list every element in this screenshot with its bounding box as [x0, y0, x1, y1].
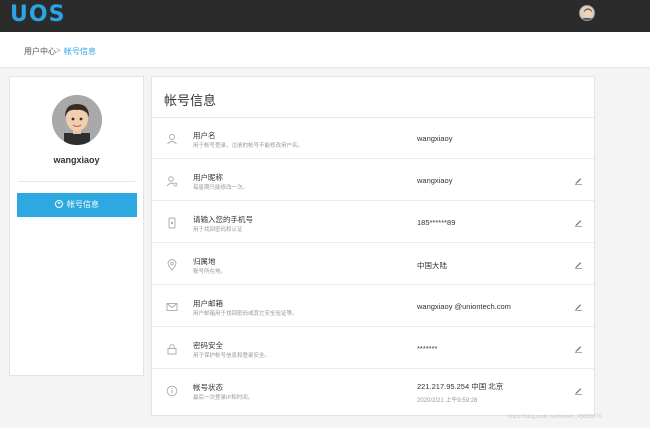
page-title: 帐号信息: [164, 93, 217, 108]
row-description: 每星期只能修改一次。: [193, 185, 249, 191]
row-value: 221.217.95.254 中国 北京: [417, 382, 504, 391]
info-row-username: 用户名 用于帐号登录，注册的帐号不能修改用户名。 wangxiaoy: [152, 118, 594, 159]
row-value: wangxiaoy @uniontech.com: [417, 302, 511, 311]
row-value: wangxiaoy: [417, 176, 453, 185]
row-label: 密码安全: [193, 341, 223, 350]
edit-pencil-icon[interactable]: [574, 260, 583, 269]
sidebar-divider: [18, 181, 135, 182]
row-description: 账号所在地。: [193, 269, 227, 275]
row-value: 185******89: [417, 218, 456, 227]
info-row-nickname: 用户昵称 每星期只能修改一次。 wangxiaoy: [152, 160, 594, 201]
location-icon: [167, 259, 177, 271]
edit-pencil-icon[interactable]: [574, 218, 583, 227]
sidebar-panel: wangxiaoy 帐号信息: [9, 76, 144, 376]
user-settings-icon: [166, 176, 178, 187]
row-label: 用户名: [193, 131, 216, 140]
lock-icon: [167, 344, 177, 355]
info-row-region: 归属地 账号所在地。 中国大陆: [152, 244, 594, 285]
row-value: 中国大陆: [417, 261, 447, 270]
top-bar: UOS: [0, 0, 650, 32]
row-value: *******: [417, 344, 438, 353]
row-label: 归属地: [193, 257, 216, 266]
row-label: 请输入您的手机号: [193, 215, 253, 224]
row-description: 用户邮箱用于找回密码或其它安全验证等。: [193, 311, 298, 317]
breadcrumb-separator: >: [56, 46, 61, 55]
row-label: 用户昵称: [193, 173, 223, 182]
edit-pencil-icon[interactable]: [574, 386, 583, 395]
row-description: 用于找回密码和认证: [193, 227, 243, 233]
row-description: 用于帐号登录，注册的帐号不能修改用户名。: [193, 143, 304, 149]
watermark: https://blog.csdn.net/weixin_43855876: [508, 414, 602, 420]
breadcrumb-home[interactable]: 用户中心: [24, 46, 56, 57]
info-icon: [166, 385, 178, 397]
phone-icon: [168, 217, 176, 229]
user-avatar[interactable]: [52, 95, 102, 145]
breadcrumb: 用户中心 > 帐号信息: [0, 32, 650, 68]
user-icon: [167, 134, 177, 145]
user-circle-icon: [55, 200, 63, 208]
row-label: 帐号状态: [193, 383, 223, 392]
sidebar-item-account-info[interactable]: 帐号信息: [17, 193, 137, 217]
info-row-phone: 请输入您的手机号 用于找回密码和认证 185******89: [152, 202, 594, 243]
row-description: 最后一次登录IP和时间。: [193, 395, 254, 401]
row-label: 用户邮箱: [193, 299, 223, 308]
sidebar-item-label: 帐号信息: [67, 200, 99, 209]
breadcrumb-current: 帐号信息: [64, 47, 96, 56]
edit-pencil-icon[interactable]: [574, 302, 583, 311]
row-value: wangxiaoy: [417, 134, 453, 143]
row-value-secondary: 2020/2/21 上午9:59:28: [417, 398, 478, 404]
edit-pencil-icon[interactable]: [574, 344, 583, 353]
mail-icon: [166, 303, 178, 311]
info-row-password: 密码安全 用于保护帐号信息和登录安全。 *******: [152, 328, 594, 369]
account-info-panel: 帐号信息 用户名 用于帐号登录，注册的帐号不能修改用户名。 wangxiaoy …: [151, 76, 595, 416]
row-description: 用于保护帐号信息和登录安全。: [193, 353, 271, 359]
user-avatar-small[interactable]: [579, 5, 595, 21]
uos-logo[interactable]: UOS: [10, 2, 65, 27]
info-row-email: 用户邮箱 用户邮箱用于找回密码或其它安全验证等。 wangxiaoy @unio…: [152, 286, 594, 327]
info-row-account-status: 帐号状态 最后一次登录IP和时间。 221.217.95.254 中国 北京 2…: [152, 370, 594, 411]
edit-pencil-icon[interactable]: [574, 176, 583, 185]
sidebar-username: wangxiaoy: [53, 155, 100, 165]
